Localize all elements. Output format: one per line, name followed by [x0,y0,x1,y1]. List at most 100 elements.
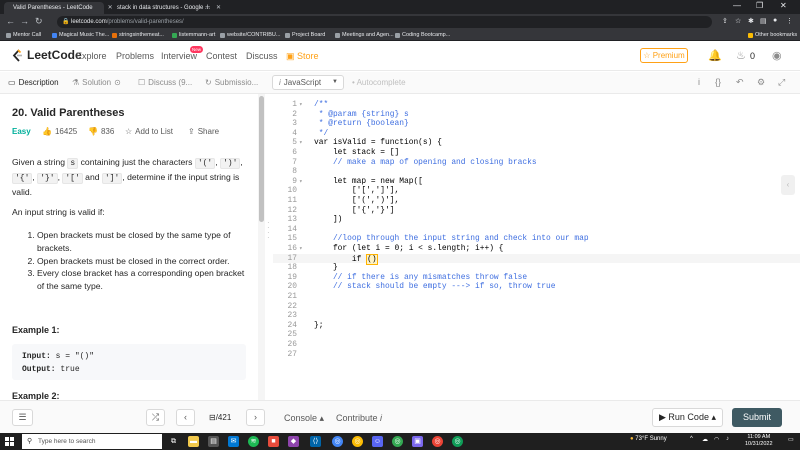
dislike-button[interactable]: 👎 836 [88,127,114,136]
extensions-icon[interactable]: ✱ [748,17,754,25]
fullscreen-icon[interactable]: ⤢ [778,77,785,88]
back-icon[interactable]: ← [6,16,15,26]
premium-button[interactable]: ☆ Premium [640,48,688,63]
chrome-icon[interactable]: ◎ [452,436,463,447]
code-line[interactable]: 23 [273,311,800,321]
settings-icon[interactable]: ⚙ [757,77,765,88]
bookmark-item[interactable]: Project Board [285,30,325,41]
reading-list-icon[interactable]: ▤ [760,17,767,25]
tab-discuss[interactable]: ☐ Discuss (9... [138,78,192,87]
leetcode-logo[interactable]: LeetCode [12,48,82,62]
chrome-icon[interactable]: ◎ [392,436,403,447]
problem-list-button[interactable]: ☰ [12,409,33,426]
code-line[interactable]: 3 * @return {boolean} [273,119,800,129]
code-line[interactable]: 12 ['{','}'] [273,206,800,216]
bookmark-item[interactable]: Magical Music The... [52,30,109,41]
bell-icon[interactable]: 🔔 [708,49,722,62]
nav-store[interactable]: ▣ Store [286,51,319,62]
fold-arrow-icon[interactable]: ▾ [299,138,303,148]
code-line[interactable]: 20 // stack should be empty ---> if so, … [273,282,800,292]
weather-widget[interactable]: ● 73°F Sunny [630,436,667,442]
close-tab-icon[interactable]: ✕ [216,2,221,14]
code-line[interactable]: 24}; [273,321,800,331]
code-line[interactable]: 9 ▾ let map = new Map([ [273,177,800,187]
bookmark-item[interactable]: Mentor Call [6,30,41,41]
maximize-icon[interactable]: ❐ [756,1,763,10]
share-icon[interactable]: ⇪ [722,17,728,25]
mail-icon[interactable]: ✉ [228,436,239,447]
bookmark-item[interactable]: stringsinthemeat... [112,30,164,41]
code-line[interactable]: 5 ▾ var isValid = function(s) { [273,138,800,148]
autocomplete-toggle[interactable]: • Autocomplete [352,78,406,87]
app-icon[interactable]: ▣ [412,436,423,447]
editor-side-handle[interactable]: ‹ [781,175,795,195]
file-explorer-icon[interactable]: ▬ [188,436,199,447]
wifi-icon[interactable]: ◠ [714,436,719,443]
braces-icon[interactable]: {} [715,77,721,87]
nav-problems[interactable]: Problems [116,51,154,61]
bookmark-item[interactable]: Coding Bootcamp... [395,30,450,41]
nav-discuss[interactable]: Discuss [246,51,278,61]
fold-arrow-icon[interactable]: ▾ [299,177,303,187]
other-bookmarks[interactable]: Other bookmarks [748,30,797,41]
spotify-icon[interactable]: ≋ [248,436,259,447]
forward-icon[interactable]: → [20,16,29,26]
code-line[interactable]: 21 [273,292,800,302]
chrome-menu-icon[interactable]: ⋮ [786,17,793,25]
chrome-icon[interactable]: ◎ [332,436,343,447]
volume-icon[interactable]: ♪ [726,436,729,442]
code-line[interactable]: 11 ['(',')'], [273,196,800,206]
app-icon[interactable]: ■ [268,436,279,447]
code-line[interactable]: 1 ▾ /** [273,100,800,110]
tab-solution[interactable]: ⚗ Solution ⊙ [72,78,121,87]
language-select[interactable]: i JavaScript ▼ [272,75,344,90]
new-tab-button[interactable]: + [205,2,210,12]
app-icon[interactable]: ◆ [288,436,299,447]
fire-icon[interactable]: ♨ [736,49,746,62]
tab-submissions[interactable]: ↻ Submissio... [205,78,258,87]
submit-button[interactable]: Submit [732,408,782,427]
code-line[interactable]: 4 */ [273,129,800,139]
code-line[interactable]: 17 if () [273,253,800,266]
tray-chevron-icon[interactable]: ^ [690,436,693,442]
fold-arrow-icon[interactable]: ▾ [299,100,303,110]
bookmark-item[interactable]: Meetings and Agen... [335,30,394,41]
bookmark-item[interactable]: listemmann-art [172,30,215,41]
code-editor[interactable]: 1 ▾/** 2 * @param {string} s3 * @return {b… [273,94,800,400]
code-line[interactable]: 15 //loop through the input string and c… [273,234,800,244]
bookmark-item[interactable]: website/CONTRIBU... [220,30,280,41]
code-line[interactable]: 27 [273,350,800,360]
reset-icon[interactable]: ↶ [736,77,744,88]
nav-contest[interactable]: Contest [206,51,237,61]
code-line[interactable]: 22 [273,302,800,312]
minimize-icon[interactable]: — [733,1,741,10]
chrome-icon[interactable]: ◎ [352,436,363,447]
code-line[interactable]: 6 let stack = [] [273,148,800,158]
bookmark-star-icon[interactable]: ☆ [735,17,741,25]
scrollbar-thumb[interactable] [259,96,264,222]
prev-problem-button[interactable]: ‹ [176,409,195,426]
taskbar-search[interactable]: ⚲ Type here to search [22,434,162,449]
vscode-icon[interactable]: ⟨⟩ [310,436,321,447]
code-line[interactable]: 26 [273,340,800,350]
random-problem-button[interactable]: ⤮ [146,409,165,426]
contribute-button[interactable]: Contribute i [336,413,382,423]
console-toggle[interactable]: Console ▴ [284,413,324,424]
notification-icon[interactable]: ▭ [788,436,794,443]
code-line[interactable]: 13 ]) [273,215,800,225]
code-line[interactable]: 19 // if there is any mismatches throw f… [273,273,800,283]
fold-arrow-icon[interactable]: ▾ [299,244,303,254]
chrome-icon[interactable]: ◎ [432,436,443,447]
next-problem-button[interactable]: › [246,409,265,426]
code-line[interactable]: 25 [273,330,800,340]
nav-explore[interactable]: Explore [76,51,107,61]
code-line[interactable]: 7 // make a map of opening and closing b… [273,158,800,168]
store-app-icon[interactable]: ▤ [208,436,219,447]
reload-icon[interactable]: ↻ [35,16,43,27]
tab-description[interactable]: ▭ Description [8,78,59,87]
browser-tab-google[interactable]: stack in data structures - Google ... ✕ [108,2,221,14]
code-line[interactable]: 18 } [273,263,800,273]
code-line[interactable]: 14 [273,225,800,235]
like-button[interactable]: 👍 16425 [42,127,77,136]
run-code-button[interactable]: ▶ Run Code ▴ [652,408,723,427]
